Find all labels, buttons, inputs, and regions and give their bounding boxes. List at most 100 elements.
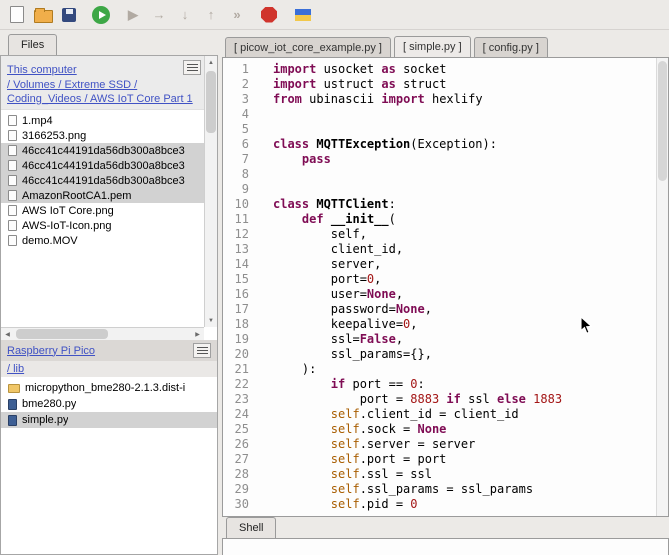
- doc-icon: [8, 205, 17, 216]
- stop-icon[interactable]: [258, 4, 280, 26]
- file-item[interactable]: demo.MOV: [1, 233, 204, 248]
- doc-icon: [8, 115, 17, 126]
- line-number: 27: [223, 452, 249, 467]
- line-number: 14: [223, 257, 249, 272]
- file-item[interactable]: AWS-IoT-Icon.png: [1, 218, 204, 233]
- file-item[interactable]: simple.py: [1, 412, 217, 428]
- code-line: password=None,: [273, 302, 668, 317]
- line-number: 23: [223, 392, 249, 407]
- code-line: port=0,: [273, 272, 668, 287]
- file-item[interactable]: 46cc41c44191da56db300a8bce3: [1, 173, 204, 188]
- pico-menu-button[interactable]: [193, 343, 211, 358]
- code-line: port = 8883 if ssl else 1883: [273, 392, 668, 407]
- code-line: client_id,: [273, 242, 668, 257]
- file-item[interactable]: bme280.py: [1, 396, 217, 412]
- this-computer-section: This computer / Volumes / Extreme SSD / …: [1, 56, 217, 340]
- doc-icon: [8, 175, 17, 186]
- line-number: 5: [223, 122, 249, 137]
- line-number: 18: [223, 317, 249, 332]
- code-line: self.pid = 0: [273, 497, 668, 512]
- file-item[interactable]: 1.mp4: [1, 113, 204, 128]
- this-computer-header: This computer / Volumes / Extreme SSD / …: [1, 56, 217, 110]
- doc-icon: [8, 235, 17, 246]
- code-editor[interactable]: 1234567891011121314151617181920212223242…: [222, 57, 669, 517]
- files-menu-button[interactable]: [183, 60, 201, 75]
- line-number: 28: [223, 467, 249, 482]
- line-number: 26: [223, 437, 249, 452]
- this-computer-link[interactable]: This computer: [7, 64, 77, 76]
- files-tab-row: Files: [0, 30, 218, 55]
- editor-area: [ picow_iot_core_example.py ][ simple.py…: [222, 30, 669, 555]
- new-file-icon[interactable]: [6, 4, 28, 26]
- tab-shell[interactable]: Shell: [226, 517, 276, 538]
- code-line: pass: [273, 152, 668, 167]
- code-line: [273, 122, 668, 137]
- file-item[interactable]: 46cc41c44191da56db300a8bce3: [1, 143, 204, 158]
- breadcrumb-line-2[interactable]: Coding_Videos / AWS IoT Core Part 1: [7, 92, 211, 106]
- editor-scrollbar[interactable]: [656, 58, 668, 516]
- pico-header: Raspberry Pi Pico: [1, 340, 217, 361]
- scroll-right-icon[interactable]: ▶: [191, 328, 204, 340]
- line-number: 10: [223, 197, 249, 212]
- doc-icon: [8, 130, 17, 141]
- resume-icon[interactable]: »: [226, 4, 248, 26]
- line-number: 29: [223, 482, 249, 497]
- files-vertical-scrollbar[interactable]: ▲ ▼: [204, 56, 217, 327]
- line-number: 1: [223, 62, 249, 77]
- code-line: self.ssl = ssl: [273, 467, 668, 482]
- code-line: self,: [273, 227, 668, 242]
- scroll-down-icon[interactable]: ▼: [205, 314, 217, 327]
- editor-tab[interactable]: [ simple.py ]: [394, 36, 471, 57]
- vertical-scroll-thumb[interactable]: [206, 71, 216, 133]
- file-item[interactable]: micropython_bme280-2.1.3.dist-i: [1, 380, 217, 396]
- ukraine-flag-icon[interactable]: [292, 4, 314, 26]
- code-line: def __init__(: [273, 212, 668, 227]
- file-item[interactable]: AmazonRootCA1.pem: [1, 188, 204, 203]
- shell-pane[interactable]: [222, 538, 669, 555]
- shell-tab-row: Shell: [222, 517, 276, 538]
- tab-files[interactable]: Files: [8, 34, 57, 55]
- line-number: 9: [223, 182, 249, 197]
- pico-path-link[interactable]: / lib: [1, 361, 217, 377]
- scroll-left-icon[interactable]: ◀: [1, 328, 14, 340]
- code-line: if port == 0:: [273, 377, 668, 392]
- step-over-icon[interactable]: →: [148, 4, 170, 26]
- files-panel: This computer / Volumes / Extreme SSD / …: [0, 55, 218, 555]
- code-line: server,: [273, 257, 668, 272]
- editor-tabs: [ picow_iot_core_example.py ][ simple.py…: [222, 30, 669, 57]
- scroll-up-icon[interactable]: ▲: [205, 56, 217, 69]
- pico-file-list: micropython_bme280-2.1.3.dist-i bme280.py…: [1, 380, 217, 428]
- debug-icon[interactable]: ▶: [122, 4, 144, 26]
- step-into-icon[interactable]: ↓: [174, 4, 196, 26]
- code-line: ssl_params={},: [273, 347, 668, 362]
- file-item[interactable]: 46cc41c44191da56db300a8bce3: [1, 158, 204, 173]
- code-line: self.port = port: [273, 452, 668, 467]
- horizontal-scroll-thumb[interactable]: [16, 329, 108, 339]
- file-item[interactable]: 3166253.png: [1, 128, 204, 143]
- code-line: [273, 182, 668, 197]
- line-number: 17: [223, 302, 249, 317]
- save-icon[interactable]: [58, 4, 80, 26]
- code-line: [273, 107, 668, 122]
- line-number: 3: [223, 92, 249, 107]
- toolbar: ▶→↓↑»: [0, 0, 669, 30]
- editor-scroll-thumb[interactable]: [658, 61, 667, 181]
- code-line: ssl=False,: [273, 332, 668, 347]
- editor-tab[interactable]: [ picow_iot_core_example.py ]: [225, 37, 391, 57]
- line-number: 21: [223, 362, 249, 377]
- pico-section: Raspberry Pi Pico / lib micropython_bme2…: [1, 340, 217, 554]
- run-icon[interactable]: [90, 4, 112, 26]
- line-number: 7: [223, 152, 249, 167]
- breadcrumb-line-1[interactable]: / Volumes / Extreme SSD /: [7, 78, 211, 92]
- editor-tab[interactable]: [ config.py ]: [474, 37, 548, 57]
- file-name: AWS IoT Core.png: [22, 205, 114, 217]
- file-name: bme280.py: [22, 398, 76, 410]
- code-line: self.client_id = client_id: [273, 407, 668, 422]
- line-number: 13: [223, 242, 249, 257]
- files-horizontal-scrollbar[interactable]: ◀ ▶: [1, 327, 204, 340]
- pico-link[interactable]: Raspberry Pi Pico: [7, 345, 95, 357]
- doc-icon: [8, 145, 17, 156]
- open-folder-icon[interactable]: [32, 4, 54, 26]
- file-item[interactable]: AWS IoT Core.png: [1, 203, 204, 218]
- step-out-icon[interactable]: ↑: [200, 4, 222, 26]
